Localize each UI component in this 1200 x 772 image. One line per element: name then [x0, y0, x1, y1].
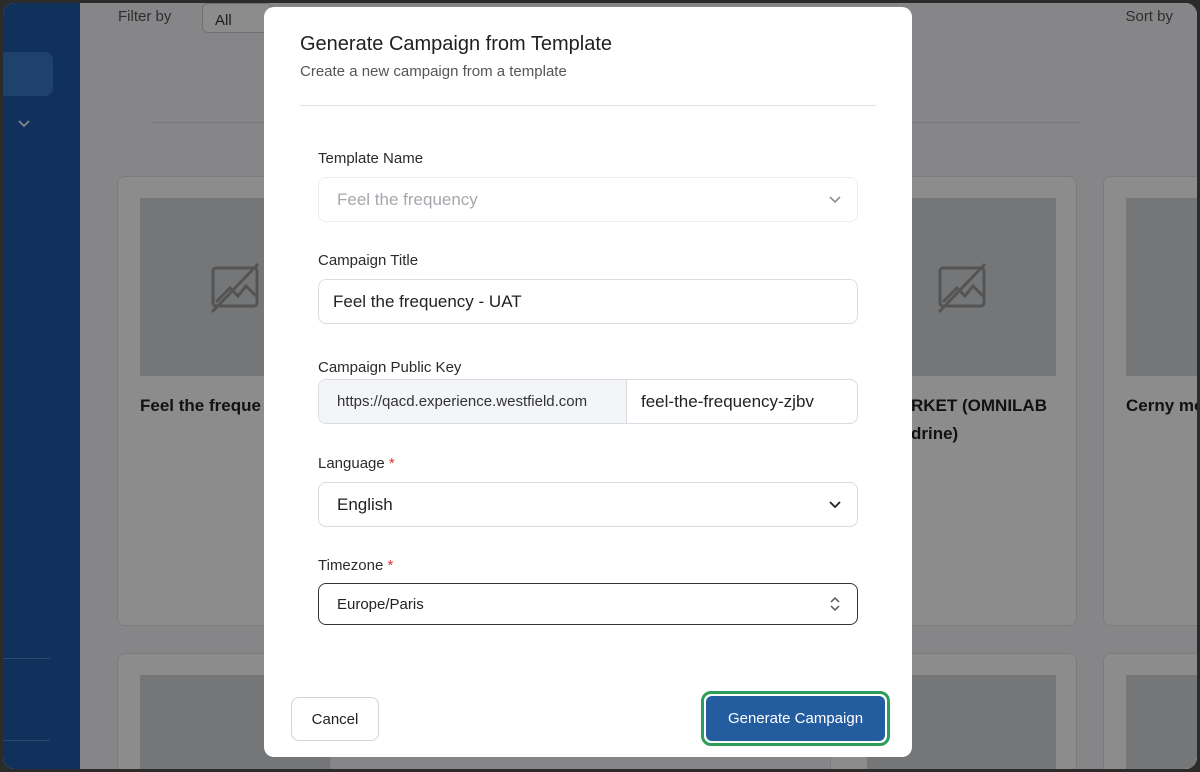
campaign-title-label: Campaign Title — [318, 252, 419, 269]
template-name-select: Feel the frequency — [318, 177, 858, 222]
public-key-input[interactable]: feel-the-frequency-zjbv — [641, 380, 814, 423]
template-name-label: Template Name — [318, 150, 424, 167]
timezone-label-text: Timezone — [318, 557, 384, 574]
public-key-label: Campaign Public Key — [318, 359, 462, 376]
timezone-select[interactable]: Europe/Paris — [318, 583, 858, 625]
generate-campaign-dialog: Generate Campaign from Template Create a… — [264, 7, 912, 757]
generate-campaign-button[interactable]: Generate Campaign — [706, 696, 885, 741]
required-mark: * — [387, 557, 394, 574]
up-down-chevron-icon — [830, 596, 840, 612]
campaign-title-input[interactable]: Feel the frequency - UAT — [318, 279, 858, 324]
public-key-prefix: https://qacd.experience.westfield.com — [319, 380, 627, 423]
language-label-text: Language — [318, 455, 385, 472]
timezone-value: Europe/Paris — [337, 595, 424, 613]
divider — [300, 105, 876, 106]
language-select[interactable]: English — [318, 482, 858, 527]
language-value: English — [337, 494, 393, 514]
timezone-label: Timezone * — [318, 557, 393, 574]
cancel-button[interactable]: Cancel — [291, 697, 379, 741]
language-label: Language * — [318, 455, 395, 472]
chevron-down-icon — [829, 196, 841, 204]
app-frame: Filter by All Sort by Feel the freque RK… — [3, 3, 1197, 769]
dialog-title: Generate Campaign from Template — [300, 33, 613, 55]
required-mark: * — [388, 455, 395, 472]
dialog-subtitle: Create a new campaign from a template — [300, 63, 567, 80]
generate-campaign-focus-ring: Generate Campaign — [701, 691, 890, 746]
public-key-field: https://qacd.experience.westfield.com fe… — [318, 379, 858, 424]
template-name-value: Feel the frequency — [337, 189, 478, 209]
campaign-title-value: Feel the frequency - UAT — [333, 291, 522, 311]
chevron-down-icon — [829, 501, 841, 509]
